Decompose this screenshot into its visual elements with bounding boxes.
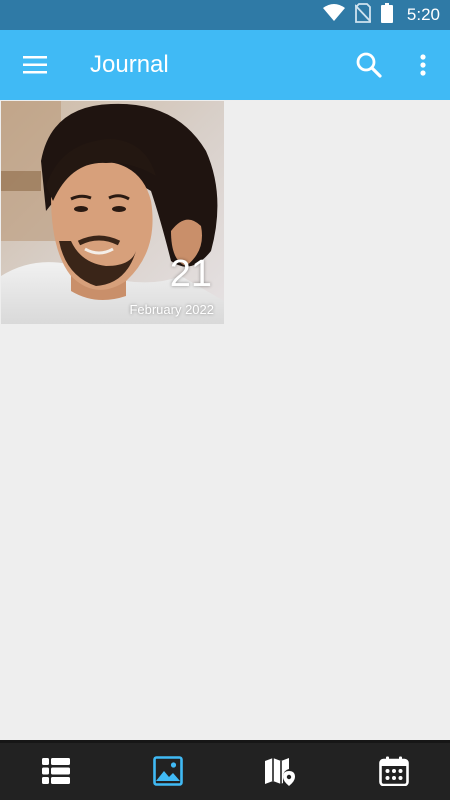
status-bar: 5:20 [0,0,450,30]
nav-list-button[interactable] [36,755,76,791]
nav-calendar-button[interactable] [374,755,414,791]
no-sim-icon [354,2,372,28]
nav-map-button[interactable] [260,755,300,791]
entry-day: 21 [169,253,212,295]
journal-entry-card[interactable]: 21 February 2022 [1,101,224,324]
search-icon [352,52,386,86]
map-icon [264,756,296,791]
menu-icon [15,56,55,86]
journal-grid: 21 February 2022 [0,100,450,740]
image-icon [153,755,183,791]
page-title: Journal [90,51,169,78]
more-vert-icon [408,54,438,86]
search-button[interactable] [352,48,386,82]
bottom-navigation [0,740,450,800]
list-icon [41,756,71,791]
app-bar: Journal [0,30,450,100]
entry-month-year: February 2022 [129,302,214,317]
status-icons: 5:20 [322,0,440,30]
more-options-button[interactable] [408,48,438,82]
calendar-icon [379,756,409,791]
menu-button[interactable] [15,48,55,82]
clock-time: 5:20 [406,5,440,24]
nav-gallery-button[interactable] [148,755,188,791]
battery-icon [380,2,393,28]
wifi-icon [322,3,345,27]
